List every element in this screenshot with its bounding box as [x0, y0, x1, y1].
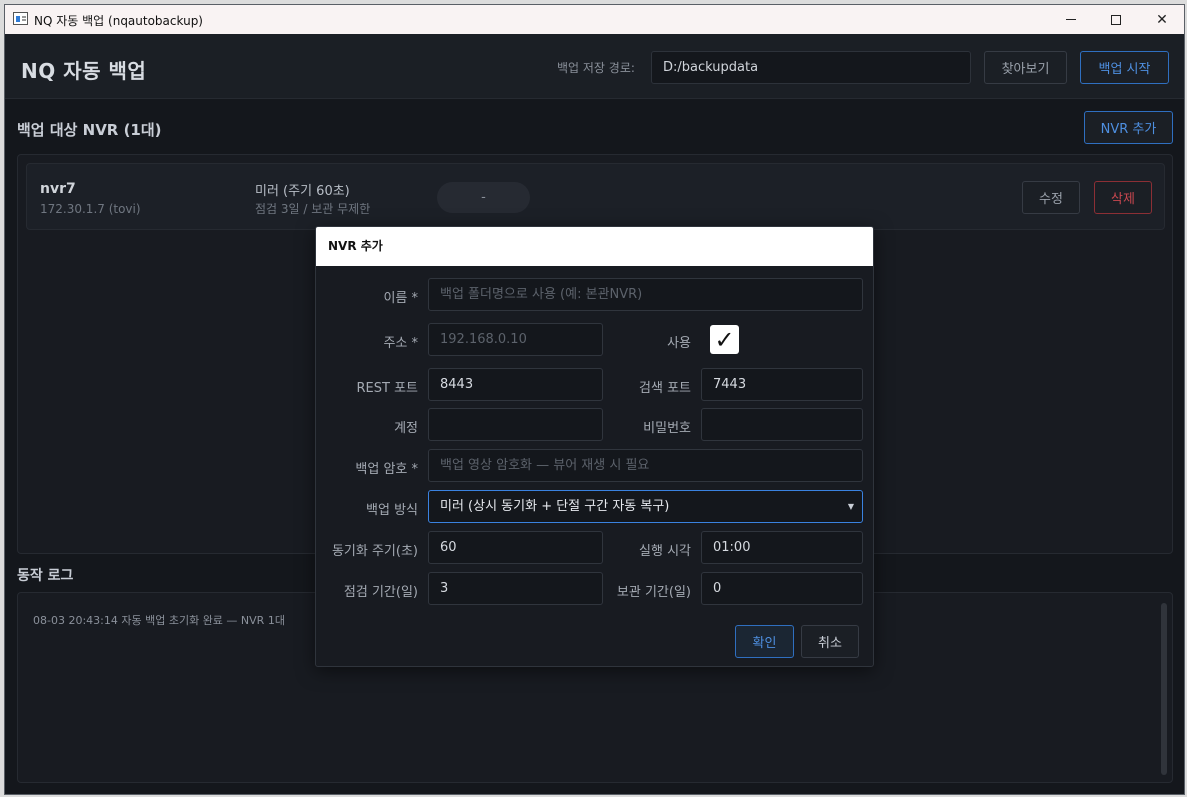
app-window: NQ 자동 백업 (nqautobackup) ✕ NQ 자동 백업 백업 저장… — [4, 4, 1185, 795]
delete-nvr-button[interactable]: 삭제 — [1094, 181, 1152, 214]
app-header: NQ 자동 백업 백업 저장 경로: D:/backupdata 찾아보기 백업… — [5, 34, 1184, 99]
nvr-mode: 미러 (주기 60초) — [255, 184, 350, 199]
browse-button[interactable]: 찾아보기 — [984, 51, 1067, 84]
sync-interval-label: 동기화 주기(초) — [331, 544, 418, 559]
nvr-address: 172.30.1.7 (tovi) — [40, 202, 141, 216]
backup-path-label: 백업 저장 경로: — [557, 61, 635, 75]
nvr-section-title: 백업 대상 NVR (1대) — [17, 121, 162, 139]
title-bar: NQ 자동 백업 (nqautobackup) ✕ — [5, 5, 1184, 34]
maximize-icon — [1111, 14, 1121, 25]
name-input[interactable]: 백업 폴더명으로 사용 (예: 본관NVR) — [428, 278, 863, 311]
edit-nvr-button[interactable]: 수정 — [1022, 181, 1080, 214]
account-input[interactable] — [428, 408, 603, 441]
backup-password-label: 백업 암호 * — [355, 462, 418, 477]
account-label: 계정 — [394, 421, 418, 436]
backup-path-input[interactable]: D:/backupdata — [651, 51, 971, 84]
search-port-input[interactable]: 7443 — [701, 368, 863, 401]
add-nvr-dialog: NVR 추가 이름 * 백업 폴더명으로 사용 (예: 본관NVR) 주소 * … — [315, 226, 874, 667]
name-label: 이름 * — [383, 291, 418, 306]
backup-password-input[interactable]: 백업 영상 암호화 — 뷰어 재생 시 필요 — [428, 449, 863, 482]
rest-port-input[interactable]: 8443 — [428, 368, 603, 401]
window-title: NQ 자동 백업 (nqautobackup) — [34, 14, 203, 28]
nvr-name: nvr7 — [40, 181, 76, 197]
enabled-checkbox[interactable]: ✓ — [710, 325, 739, 354]
app-icon — [13, 12, 28, 25]
log-scrollbar[interactable] — [1161, 603, 1167, 775]
backup-method-select[interactable]: 미러 (상시 동기화 + 단절 구간 자동 복구) ▼ — [428, 490, 863, 523]
nvr-retention: 점검 3일 / 보관 무제한 — [255, 202, 371, 216]
backup-method-label: 백업 방식 — [366, 503, 418, 518]
check-days-label: 점검 기간(일) — [343, 585, 418, 600]
confirm-button[interactable]: 확인 — [735, 625, 794, 658]
maximize-button[interactable] — [1093, 5, 1139, 34]
cancel-button[interactable]: 취소 — [801, 625, 859, 658]
retention-input[interactable]: 0 — [701, 572, 863, 605]
address-label: 주소 * — [383, 336, 418, 351]
minimize-icon — [1066, 19, 1076, 20]
dropdown-arrow-icon: ▼ — [847, 502, 854, 511]
retention-label: 보관 기간(일) — [616, 585, 691, 600]
check-days-input[interactable]: 3 — [428, 572, 603, 605]
rest-port-label: REST 포트 — [356, 381, 419, 396]
close-icon: ✕ — [1156, 11, 1168, 28]
enabled-label: 사용 — [667, 336, 691, 351]
start-backup-button[interactable]: 백업 시작 — [1080, 51, 1169, 84]
sync-interval-input[interactable]: 60 — [428, 531, 603, 564]
search-port-label: 검색 포트 — [639, 381, 691, 396]
log-line: 08-03 20:43:14 자동 백업 초기화 완료 — NVR 1대 — [33, 614, 285, 627]
address-input[interactable]: 192.168.0.10 — [428, 323, 603, 356]
close-button[interactable]: ✕ — [1139, 5, 1184, 34]
dialog-title: NVR 추가 — [316, 227, 873, 266]
password-label: 비밀번호 — [643, 421, 691, 436]
backup-method-value: 미러 (상시 동기화 + 단절 구간 자동 복구) — [440, 499, 670, 514]
add-nvr-button[interactable]: NVR 추가 — [1084, 111, 1173, 144]
nvr-card[interactable]: nvr7 172.30.1.7 (tovi) 미러 (주기 60초) 점검 3일… — [26, 163, 1165, 230]
run-time-input[interactable]: 01:00 — [701, 531, 863, 564]
password-input[interactable] — [701, 408, 863, 441]
app-title: NQ 자동 백업 — [21, 59, 147, 83]
nvr-status-badge: - — [437, 182, 530, 213]
check-icon: ✓ — [714, 325, 735, 354]
log-title: 동작 로그 — [17, 568, 74, 584]
run-time-label: 실행 시각 — [639, 544, 691, 559]
minimize-button[interactable] — [1048, 5, 1094, 34]
